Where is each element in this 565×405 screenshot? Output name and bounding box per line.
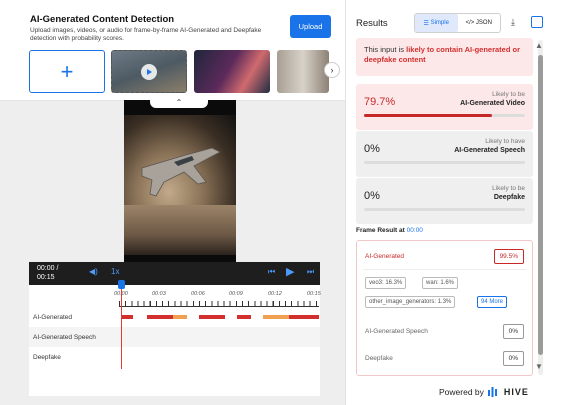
tick-label: 00:15 <box>307 291 321 297</box>
media-thumbnail[interactable] <box>194 50 270 93</box>
score-card-deepfake: 0% Likely to be Deepfake <box>356 178 533 224</box>
tick-label: 00:12 <box>268 291 282 297</box>
layout-icon[interactable] <box>531 16 543 28</box>
results-title: Results <box>356 18 388 29</box>
volume-icon[interactable]: ◀) <box>89 267 98 276</box>
generator-chip: veo3: 16.3% <box>365 277 407 289</box>
detection-segment[interactable] <box>237 315 251 319</box>
tab-simple[interactable]: ☰ Simple <box>415 14 458 32</box>
playhead-line <box>121 283 122 369</box>
frame-row-label: Deepfake <box>365 355 393 362</box>
score-fill <box>364 114 493 117</box>
view-toggle: ☰ Simple </> JSON <box>414 13 501 33</box>
video-ground <box>124 205 236 255</box>
media-thumbnail-selected[interactable] <box>111 50 187 93</box>
chevron-right-icon[interactable]: › <box>324 62 340 78</box>
frame-time-link[interactable]: 00:00 <box>407 227 423 234</box>
upload-panel: AI-Generated Content Detection Upload im… <box>0 0 345 101</box>
scrollbar-thumb[interactable] <box>538 55 543 355</box>
frame-row-value: 0% <box>502 351 524 366</box>
frame-row-value: 0% <box>502 324 524 339</box>
results-panel: Results ☰ Simple </> JSON ⤓ This input i… <box>345 0 565 405</box>
generator-chip: other_image_generators: 1.3% <box>365 296 456 308</box>
score-bar <box>364 114 525 117</box>
time-readout: 00:00 / 00:15 <box>37 265 59 281</box>
list-icon: ☰ <box>423 20 431 27</box>
detection-segment[interactable] <box>173 315 187 319</box>
download-icon[interactable]: ⤓ <box>511 17 515 28</box>
timeline-row-deepfake: Deepfake <box>33 353 61 361</box>
frame-row-label: AI-Generated Speech <box>365 328 428 335</box>
frame-result-box: AI-Generated 99.5% veo3: 16.3% wan: 1.6%… <box>356 240 533 376</box>
media-thumbnail[interactable] <box>277 50 329 93</box>
tick-label: 00:06 <box>191 291 205 297</box>
powered-by: Powered by HIVE <box>439 387 529 397</box>
frame-result-label: Frame Result at 00:00 <box>356 227 423 234</box>
play-button[interactable]: ▶ <box>286 265 294 278</box>
plus-icon: + <box>60 58 74 84</box>
tick-label: 00:03 <box>152 291 166 297</box>
chevron-up-icon: ⌃ <box>175 97 183 107</box>
scroll-down-icon[interactable]: ▼ <box>535 362 543 371</box>
jet-image <box>141 147 221 197</box>
score-card-ai-speech: 0% Likely to have AI-Generated Speech <box>356 131 533 177</box>
divider <box>363 269 526 270</box>
result-alert: This input is likely to contain AI-gener… <box>356 38 533 76</box>
detection-segment[interactable] <box>199 315 225 319</box>
app: { "upload": { "title": "AI-Generated Con… <box>0 0 565 405</box>
score-bar <box>364 208 525 211</box>
timeline-controls: 00:00 / 00:15 ◀) 1x ⏮ ▶ ⏭ <box>29 262 320 285</box>
skip-back-icon[interactable]: ⏮ <box>268 267 275 277</box>
frame-row-label: AI-Generated <box>365 253 405 260</box>
page-subtitle: Upload images, videos, or audio for fram… <box>30 27 262 42</box>
detection-segment[interactable] <box>121 315 133 319</box>
timeline-row-speech: AI-Generated Speech <box>29 327 320 347</box>
tab-json[interactable]: </> JSON <box>458 14 501 32</box>
tick-label: 00:09 <box>229 291 243 297</box>
page-title: AI-Generated Content Detection <box>30 14 175 25</box>
add-media-tile[interactable]: + <box>29 50 105 93</box>
video-preview[interactable] <box>124 100 236 265</box>
speed-button[interactable]: 1x <box>111 267 119 276</box>
hive-logo-icon <box>487 387 497 397</box>
score-card-ai-video: 79.7% Likely to be AI-Generated Video <box>356 84 533 130</box>
detection-segment[interactable] <box>263 315 289 319</box>
playhead-handle[interactable] <box>118 280 125 289</box>
detection-segment[interactable] <box>289 315 319 319</box>
detection-segment[interactable] <box>147 315 173 319</box>
skip-forward-icon[interactable]: ⏭ <box>307 267 314 277</box>
timeline-row-ai-generated: AI-Generated <box>29 307 320 327</box>
scroll-up-icon[interactable]: ▲ <box>535 41 543 50</box>
generator-chip: wan: 1.6% <box>422 277 459 289</box>
play-icon <box>141 64 157 80</box>
upload-button[interactable]: Upload <box>290 15 331 38</box>
score-bar <box>364 161 525 164</box>
more-generators-button[interactable]: 94 More <box>477 296 508 308</box>
scrollbar[interactable] <box>538 40 543 375</box>
frame-row-value: 99.5% <box>493 249 524 264</box>
timeline: 00:00 / 00:15 ◀) 1x ⏮ ▶ ⏭ 00:00 00:03 00… <box>29 262 321 396</box>
collapse-button[interactable]: ⌃ <box>150 96 208 108</box>
